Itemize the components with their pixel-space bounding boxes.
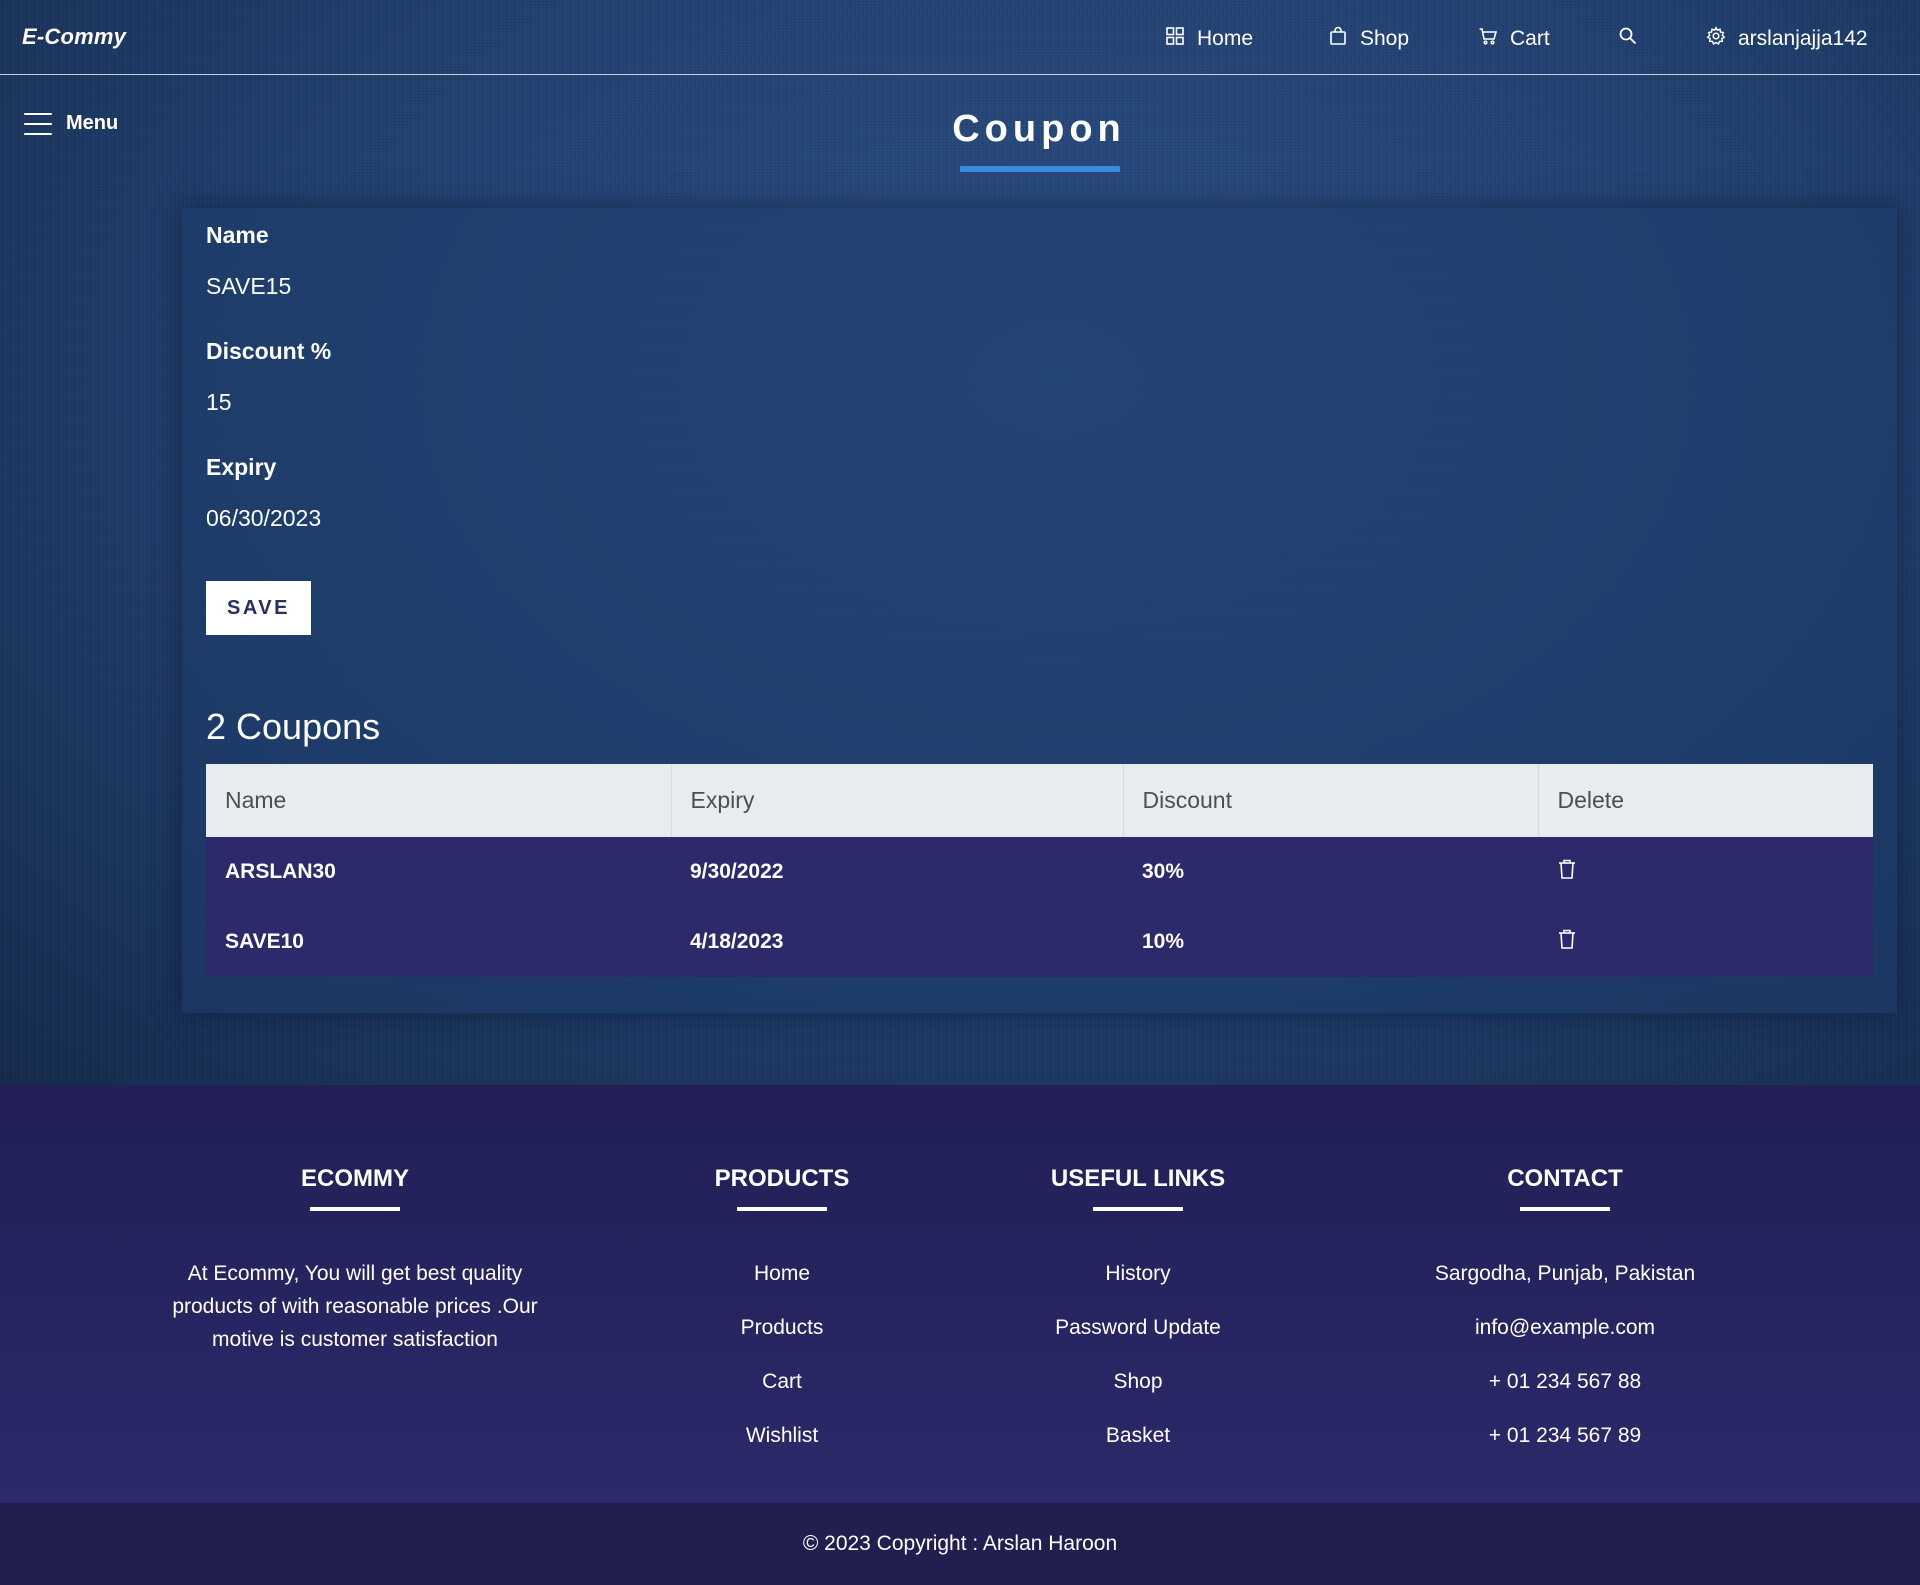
table-row: ARSLAN30 9/30/2022 30% bbox=[206, 837, 1873, 907]
coupon-name-cell: ARSLAN30 bbox=[206, 837, 671, 907]
coupon-expiry-cell: 4/18/2023 bbox=[671, 907, 1123, 977]
footer-heading-underline bbox=[1093, 1207, 1183, 1211]
search-button[interactable] bbox=[1618, 26, 1638, 52]
page-title-underline bbox=[960, 166, 1120, 172]
footer-link-wishlist[interactable]: Wishlist bbox=[682, 1419, 882, 1473]
coupon-delete-cell bbox=[1538, 837, 1873, 907]
site-footer: ECOMMY At Ecommy, You will get best qual… bbox=[0, 1085, 1920, 1503]
nav-cart-link[interactable]: Cart bbox=[1478, 26, 1550, 52]
search-icon bbox=[1618, 26, 1638, 52]
cart-icon bbox=[1478, 26, 1498, 52]
coupon-delete-cell bbox=[1538, 907, 1873, 977]
nav-home-link[interactable]: Home bbox=[1165, 26, 1253, 52]
brand-logo[interactable]: E-Commy bbox=[22, 24, 126, 50]
shopping-bag-icon bbox=[1328, 26, 1348, 52]
footer-link-cart[interactable]: Cart bbox=[682, 1365, 882, 1419]
footer-contact-heading: CONTACT bbox=[1507, 1165, 1623, 1192]
page-title: Coupon bbox=[952, 108, 1126, 150]
footer-heading-underline bbox=[1520, 1207, 1610, 1211]
column-header-expiry: Expiry bbox=[671, 764, 1124, 837]
footer-contact-column: CONTACT Sargodha, Punjab, Pakistan info@… bbox=[1415, 1165, 1715, 1473]
nav-cart-label: Cart bbox=[1510, 27, 1550, 50]
grid-icon bbox=[1165, 26, 1185, 52]
contact-address: Sargodha, Punjab, Pakistan bbox=[1434, 1262, 1696, 1285]
footer-about-heading: ECOMMY bbox=[301, 1165, 409, 1192]
name-label: Name bbox=[206, 222, 269, 248]
trash-icon[interactable] bbox=[1557, 928, 1577, 950]
footer-products-heading: PRODUCTS bbox=[714, 1165, 850, 1192]
nav-shop-label: Shop bbox=[1360, 27, 1410, 50]
trash-icon[interactable] bbox=[1557, 858, 1577, 880]
copyright-bar: © 2023 Copyright : Arslan Haroon bbox=[0, 1503, 1920, 1585]
footer-link-products[interactable]: Products bbox=[682, 1311, 882, 1365]
coupon-discount-cell: 30% bbox=[1123, 837, 1538, 907]
footer-link-password-update[interactable]: Password Update bbox=[1013, 1311, 1263, 1365]
expiry-label: Expiry bbox=[206, 454, 277, 480]
coupon-expiry-cell: 9/30/2022 bbox=[671, 837, 1123, 907]
table-header-row: Name Expiry Discount Delete bbox=[206, 764, 1873, 837]
save-button[interactable]: SAVE bbox=[206, 581, 311, 635]
footer-link-home[interactable]: Home bbox=[682, 1257, 882, 1311]
footer-products-column: PRODUCTS Home Products Cart Wishlist bbox=[682, 1165, 882, 1473]
name-input[interactable]: SAVE15 bbox=[206, 273, 291, 300]
column-header-name: Name bbox=[206, 764, 672, 837]
user-settings-link[interactable]: arslanjajja142 bbox=[1706, 26, 1868, 52]
contact-email[interactable]: info@example.com bbox=[1415, 1311, 1715, 1365]
contact-phone-1[interactable]: + 01 234 567 88 bbox=[1415, 1365, 1715, 1419]
discount-label: Discount % bbox=[206, 338, 332, 364]
column-header-delete: Delete bbox=[1538, 764, 1873, 837]
footer-about-column: ECOMMY At Ecommy, You will get best qual… bbox=[166, 1165, 544, 1356]
nav-shop-link[interactable]: Shop bbox=[1328, 26, 1409, 52]
nav-home-label: Home bbox=[1197, 27, 1254, 50]
coupon-name-cell: SAVE10 bbox=[206, 907, 671, 977]
coupon-discount-cell: 10% bbox=[1123, 907, 1538, 977]
username-label: arslanjajja142 bbox=[1738, 27, 1868, 50]
contact-phone-2[interactable]: + 01 234 567 89 bbox=[1415, 1419, 1715, 1473]
coupon-panel: Name SAVE15 Discount % 15 Expiry 06/30/2… bbox=[182, 208, 1897, 1013]
expiry-date-input[interactable]: 06/30/2023 bbox=[206, 505, 321, 532]
coupons-count-heading: 2 Coupons bbox=[206, 706, 381, 747]
discount-input[interactable]: 15 bbox=[206, 389, 232, 416]
footer-heading-underline bbox=[737, 1207, 827, 1211]
table-row: SAVE10 4/18/2023 10% bbox=[206, 907, 1873, 977]
footer-useful-links-heading: USEFUL LINKS bbox=[1050, 1165, 1226, 1192]
coupons-table: Name Expiry Discount Delete ARSLAN30 9/3… bbox=[206, 764, 1873, 977]
footer-link-basket[interactable]: Basket bbox=[1013, 1419, 1263, 1473]
footer-heading-underline bbox=[310, 1207, 400, 1211]
footer-link-shop[interactable]: Shop bbox=[1013, 1365, 1263, 1419]
top-navbar: E-Commy Home Shop Cart arslanjajja142 bbox=[0, 0, 1920, 75]
column-header-discount: Discount bbox=[1123, 764, 1539, 837]
copyright-text: © 2023 Copyright : Arslan Haroon bbox=[802, 1532, 1118, 1555]
footer-link-history[interactable]: History bbox=[1013, 1257, 1263, 1311]
footer-useful-links-column: USEFUL LINKS History Password Update Sho… bbox=[1013, 1165, 1263, 1473]
footer-about-text: At Ecommy, You will get best quality pro… bbox=[172, 1262, 538, 1351]
gear-icon bbox=[1706, 26, 1726, 52]
